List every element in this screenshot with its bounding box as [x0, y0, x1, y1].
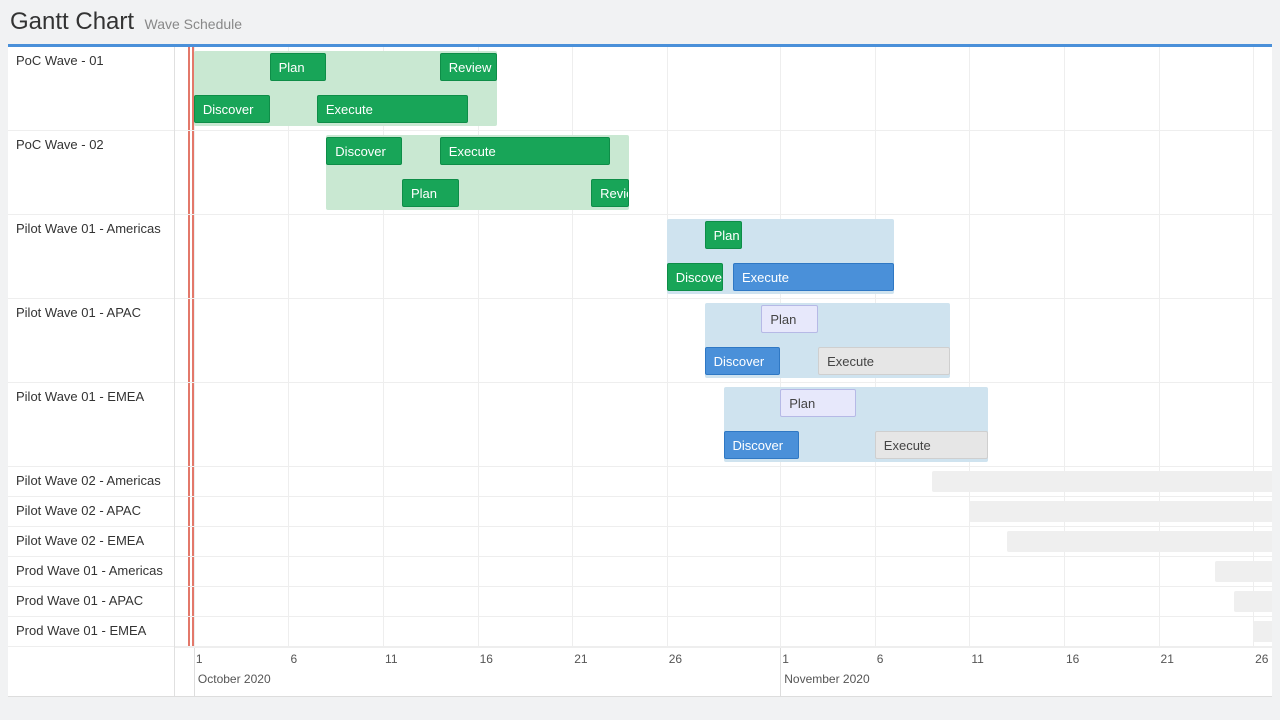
task-bar[interactable]: Discover — [724, 431, 800, 459]
task-bar[interactable]: Review — [440, 53, 497, 81]
x-tick: 1 — [782, 652, 789, 666]
wave-span[interactable] — [1007, 531, 1272, 552]
task-bar[interactable]: Discover — [194, 95, 270, 123]
gantt-row: Plan Discover Execute — [175, 299, 1272, 383]
row-label: PoC Wave - 02 — [8, 131, 174, 215]
wave-span[interactable] — [932, 471, 1272, 492]
x-tick: 26 — [1255, 652, 1268, 666]
row-label: Pilot Wave 02 - APAC — [8, 497, 174, 527]
gantt-row: Discover Execute Plan Review — [175, 131, 1272, 215]
title-main: Gantt Chart — [10, 8, 134, 35]
task-bar[interactable]: Execute — [440, 137, 610, 165]
task-bar[interactable]: Plan — [780, 389, 856, 417]
x-tick: 21 — [1161, 652, 1174, 666]
row-label: Prod Wave 01 - EMEA — [8, 617, 174, 647]
title-sub: Wave Schedule — [145, 16, 243, 32]
row-label: Pilot Wave 02 - EMEA — [8, 527, 174, 557]
page-title: Gantt Chart Wave Schedule — [10, 8, 1272, 36]
row-label: Prod Wave 01 - APAC — [8, 587, 174, 617]
task-bar[interactable]: Execute — [317, 95, 468, 123]
gantt-row — [175, 587, 1272, 617]
task-bar[interactable]: Plan — [705, 221, 743, 249]
row-label: Pilot Wave 02 - Americas — [8, 467, 174, 497]
x-axis: 16111621261611162126October 2020November… — [175, 647, 1272, 696]
gantt-row: Plan Discover Execute — [175, 383, 1272, 467]
row-label: PoC Wave - 01 — [8, 47, 174, 131]
task-bar[interactable]: Execute — [818, 347, 950, 375]
x-tick: 21 — [574, 652, 587, 666]
row-labels: PoC Wave - 01PoC Wave - 02Pilot Wave 01 … — [8, 47, 175, 696]
x-tick: 26 — [669, 652, 682, 666]
gantt-chart[interactable]: Plan Review Discover Execute Discover Execute… — [175, 47, 1272, 696]
x-tick: 16 — [1066, 652, 1079, 666]
x-tick: 11 — [385, 652, 397, 666]
row-label: Prod Wave 01 - Americas — [8, 557, 174, 587]
task-bar[interactable]: Review — [591, 179, 629, 207]
x-tick: 16 — [480, 652, 493, 666]
row-label: Pilot Wave 01 - APAC — [8, 299, 174, 383]
gantt-row — [175, 467, 1272, 497]
task-bar[interactable]: Discover — [326, 137, 402, 165]
row-label: Pilot Wave 01 - Americas — [8, 215, 174, 299]
wave-span[interactable] — [1215, 561, 1272, 582]
task-bar[interactable]: Discover — [667, 263, 724, 291]
task-bar[interactable]: Plan — [761, 305, 818, 333]
x-tick: 6 — [877, 652, 884, 666]
wave-span[interactable] — [969, 501, 1272, 522]
x-tick: 11 — [971, 652, 983, 666]
x-tick: 1 — [196, 652, 203, 666]
task-bar[interactable]: Discover — [705, 347, 781, 375]
gantt-row: Plan Discover Execute — [175, 215, 1272, 299]
gantt-row — [175, 617, 1272, 647]
x-month-label: November 2020 — [784, 672, 869, 686]
task-bar[interactable]: Execute — [733, 263, 894, 291]
x-month-label: October 2020 — [198, 672, 271, 686]
gantt-row — [175, 497, 1272, 527]
row-label: Pilot Wave 01 - EMEA — [8, 383, 174, 467]
gantt-row — [175, 557, 1272, 587]
gantt-panel: PoC Wave - 01PoC Wave - 02Pilot Wave 01 … — [8, 44, 1272, 697]
gantt-row: Plan Review Discover Execute — [175, 47, 1272, 131]
wave-span[interactable] — [1253, 621, 1272, 642]
task-bar[interactable]: Plan — [270, 53, 327, 81]
task-bar[interactable]: Execute — [875, 431, 988, 459]
task-bar[interactable]: Plan — [402, 179, 459, 207]
gantt-row — [175, 527, 1272, 557]
x-tick: 6 — [290, 652, 297, 666]
wave-span[interactable] — [1234, 591, 1272, 612]
